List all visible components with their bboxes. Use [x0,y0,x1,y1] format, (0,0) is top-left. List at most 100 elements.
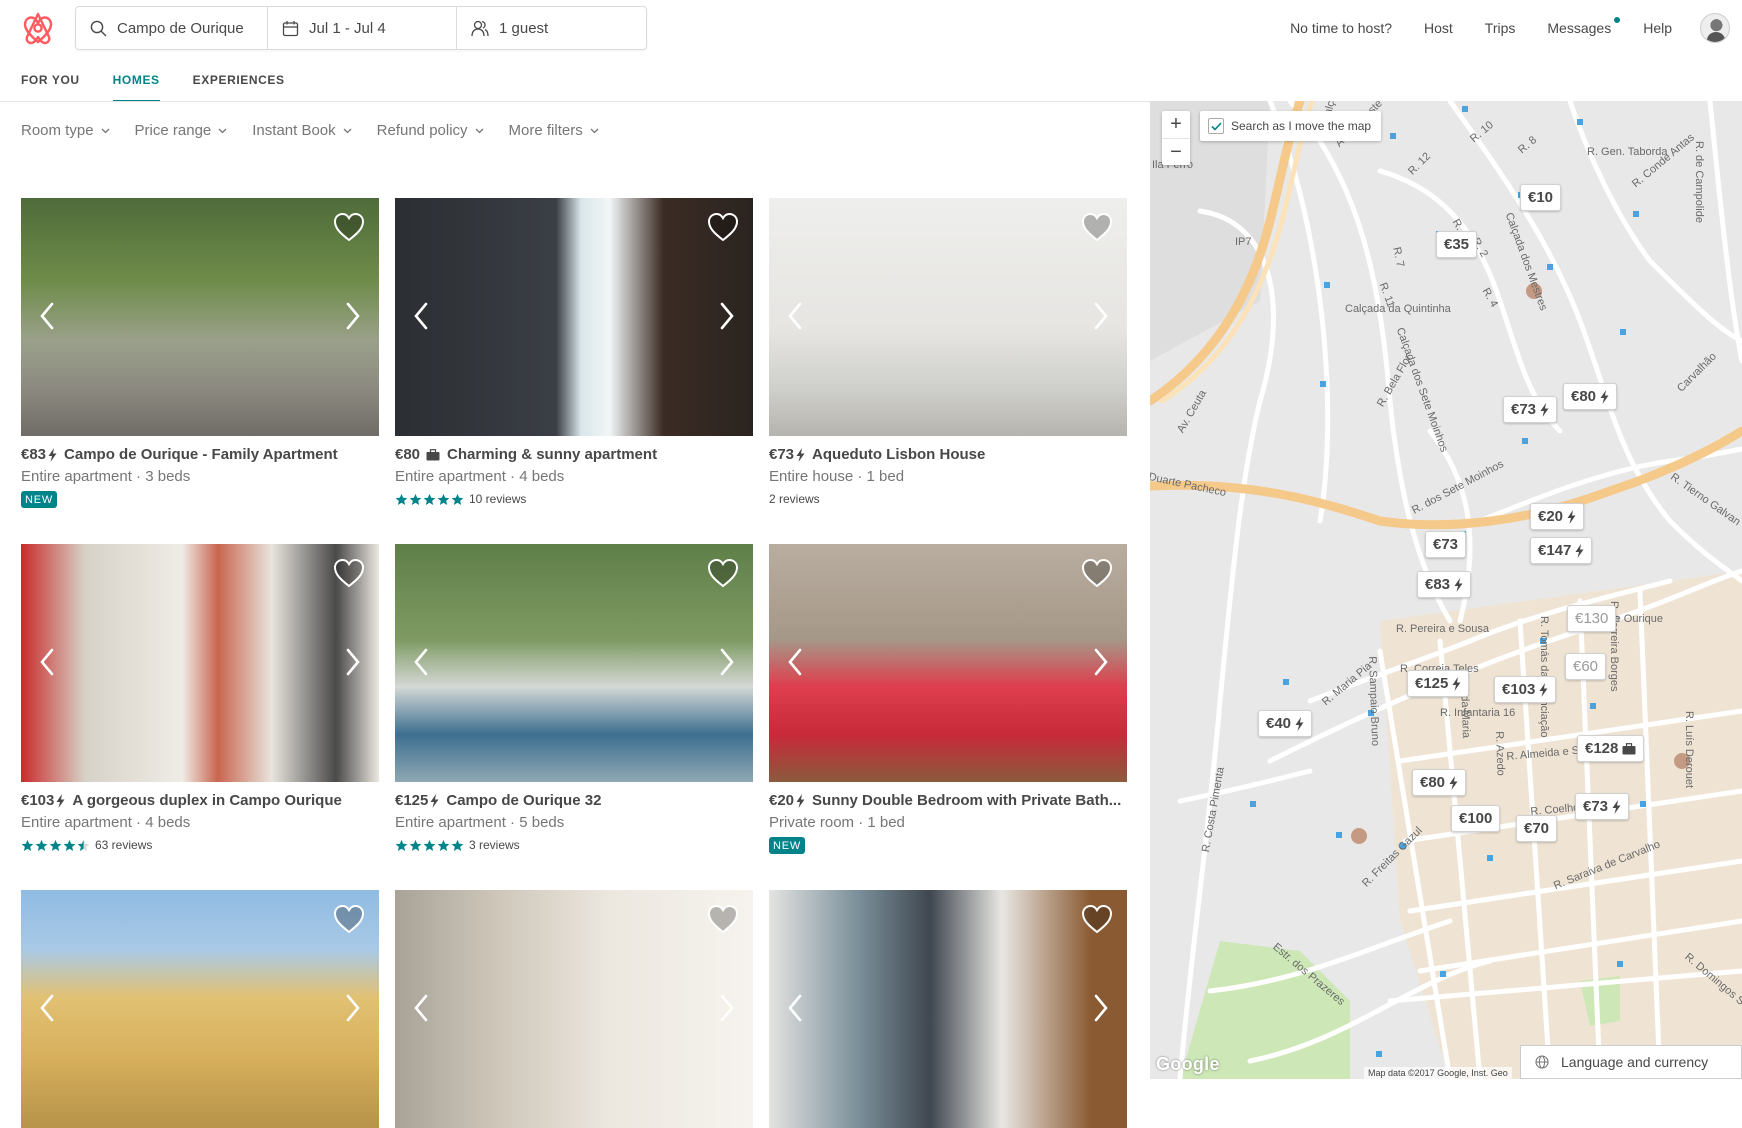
filter-label: Refund policy [376,122,468,139]
heart-icon[interactable] [707,904,739,939]
price-pin[interactable]: €60 [1565,653,1607,680]
map[interactable]: Calçada da Quintinha Calçada dos Sete Moi… [1150,101,1742,1079]
zoom-in-button[interactable]: + [1162,111,1190,138]
listing-title[interactable]: €80 Charming & sunny apartment [395,446,753,463]
listing-card[interactable] [395,890,753,1128]
guests-field[interactable]: 1 guest [456,7,646,49]
listing-card[interactable]: €125 Campo de Ourique 32 Entire apartmen… [395,544,753,852]
listing-photo[interactable] [769,198,1127,436]
tab-homes[interactable]: HOMES [112,56,160,102]
filter-price-range[interactable]: Price range [135,122,228,139]
chevron-right-icon[interactable] [345,994,361,1027]
chevron-right-icon[interactable] [345,302,361,335]
dates-field[interactable]: Jul 1 - Jul 4 [267,7,456,49]
map-credits[interactable]: Map data ©2017 Google, Inst. Geo [1364,1067,1512,1079]
listing-photo[interactable] [21,890,379,1128]
price-pin[interactable]: €73 [1503,396,1558,423]
tab-experiences[interactable]: EXPERIENCES [193,56,285,102]
chevron-right-icon[interactable] [719,648,735,681]
search-as-move-toggle[interactable]: Search as I move the map [1200,111,1382,141]
listing-card[interactable]: €20 Sunny Double Bedroom with Private Ba… [769,544,1127,854]
chevron-left-icon[interactable] [39,994,55,1027]
listing-title[interactable]: €73 Aqueduto Lisbon House [769,446,1127,463]
chevron-left-icon[interactable] [413,648,429,681]
price-pin[interactable]: €128 [1577,735,1645,762]
tab-for-you[interactable]: FOR YOU [21,56,80,102]
chevron-right-icon[interactable] [345,648,361,681]
price-pin[interactable]: €80 [1412,769,1467,796]
nav-messages[interactable]: Messages [1547,17,1621,36]
price-pin[interactable]: €125 [1407,670,1470,697]
instant-book-icon [796,793,805,808]
listing-photo[interactable] [769,544,1127,782]
heart-icon[interactable] [707,558,739,593]
language-currency-button[interactable]: Language and currency [1520,1045,1742,1079]
listing-card[interactable]: €80 Charming & sunny apartment Entire ap… [395,198,753,506]
listing-title[interactable]: €125 Campo de Ourique 32 [395,792,753,809]
heart-icon[interactable] [1081,558,1113,593]
business-travel-icon [1622,742,1636,755]
chevron-right-icon[interactable] [719,994,735,1027]
filter-refund-policy[interactable]: Refund policy [377,122,484,139]
listing-photo[interactable] [769,890,1127,1128]
nav-trips[interactable]: Trips [1485,20,1516,36]
listing-card[interactable] [769,890,1127,1128]
price-pin[interactable]: €83 [1417,571,1472,598]
instant-book-icon [1452,676,1461,691]
heart-icon[interactable] [707,212,739,247]
price-pin[interactable]: €35 [1436,231,1478,258]
chevron-left-icon[interactable] [39,302,55,335]
heart-icon[interactable] [1081,904,1113,939]
heart-icon[interactable] [333,904,365,939]
listing-photo[interactable] [395,198,753,436]
filter-room-type[interactable]: Room type [21,122,110,139]
price-pin[interactable]: €40 [1258,710,1313,737]
filter-instant-book[interactable]: Instant Book [252,122,352,139]
listing-title[interactable]: €83 Campo de Ourique - Family Apartment [21,446,379,463]
chevron-left-icon[interactable] [413,994,429,1027]
price-pin[interactable]: €130 [1567,605,1617,632]
listing-title[interactable]: €103 A gorgeous duplex in Campo Ourique [21,792,379,809]
chevron-right-icon[interactable] [1093,648,1109,681]
listing-photo[interactable] [395,890,753,1128]
nav-help[interactable]: Help [1643,20,1672,36]
chevron-left-icon[interactable] [787,302,803,335]
listing-photo[interactable] [21,198,379,436]
price-pin[interactable]: €73 [1575,793,1630,820]
road-label: R. de Campolide [1693,141,1705,223]
listing-subtitle: Entire apartment · 5 beds [395,814,565,831]
chevron-right-icon[interactable] [1093,994,1109,1027]
chevron-left-icon[interactable] [39,648,55,681]
price-pin[interactable]: €20 [1530,503,1585,530]
heart-icon[interactable] [1081,212,1113,247]
listing-title[interactable]: €20 Sunny Double Bedroom with Private Ba… [769,792,1127,809]
heart-icon[interactable] [333,558,365,593]
listing-card[interactable] [21,890,379,1128]
avatar[interactable] [1700,13,1730,43]
chevron-left-icon[interactable] [787,994,803,1027]
price-pin[interactable]: €10 [1520,184,1562,211]
listing-photo[interactable] [395,544,753,782]
nav-no-time-to-host[interactable]: No time to host? [1290,20,1392,36]
price-pin[interactable]: €70 [1516,815,1558,842]
chevron-right-icon[interactable] [1093,302,1109,335]
price-pin[interactable]: €147 [1530,537,1593,564]
chevron-left-icon[interactable] [413,302,429,335]
listing-photo[interactable] [21,544,379,782]
heart-icon[interactable] [333,212,365,247]
chevron-right-icon[interactable] [719,302,735,335]
chevron-left-icon[interactable] [787,648,803,681]
nav-host[interactable]: Host [1424,20,1453,36]
listing-card[interactable]: €83 Campo de Ourique - Family Apartment … [21,198,379,508]
location-field[interactable]: Campo de Ourique [76,7,267,49]
listing-card[interactable]: €103 A gorgeous duplex in Campo Ourique … [21,544,379,852]
price-pin[interactable]: €103 [1494,676,1557,703]
listing-card[interactable]: €73 Aqueduto Lisbon House Entire house ·… [769,198,1127,506]
zoom-out-button[interactable]: − [1162,138,1190,165]
price-pin[interactable]: €80 [1563,383,1618,410]
checkbox[interactable] [1208,118,1224,134]
price-pin[interactable]: €73 [1425,531,1467,558]
filter-more-filters[interactable]: More filters [509,122,599,139]
airbnb-logo-icon[interactable] [22,11,54,45]
price-pin[interactable]: €100 [1451,805,1501,832]
